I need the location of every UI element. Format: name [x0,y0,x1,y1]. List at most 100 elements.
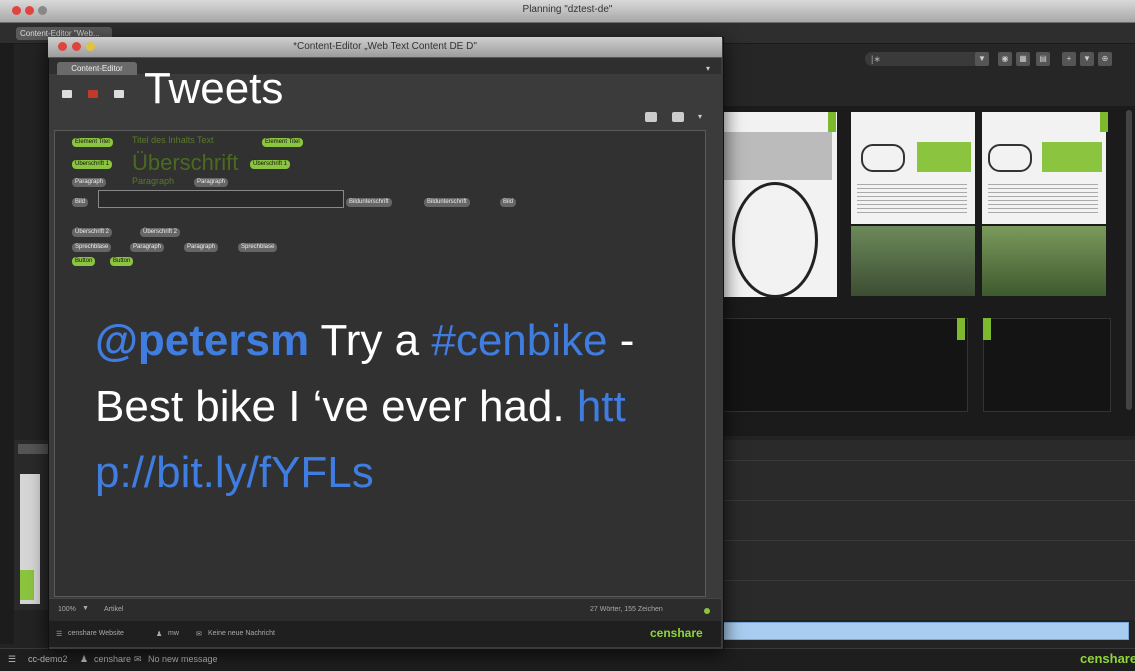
outer-title-bar: Planning "dztest-de" [0,0,1135,23]
divider [722,580,1135,581]
tab-content-editor[interactable]: Content-Editor [57,62,137,75]
close-editor-button[interactable] [58,42,67,51]
paragraph-tag-2[interactable]: Paragraph [130,243,165,252]
paragraph-tag[interactable]: Paragraph [72,178,107,187]
filter-icon-2[interactable]: ▼ [1080,52,1094,66]
zoom-level[interactable]: 100% [58,606,76,613]
bike-image [988,144,1032,172]
photo-mountain-bikers [851,226,975,296]
bike-image [861,144,905,172]
close-window-button[interactable] [12,6,21,15]
message-icon[interactable]: ✉ [196,630,202,638]
zoom-window-button[interactable] [38,6,47,15]
text-block [988,184,1098,214]
status-messages[interactable]: No new message [148,654,218,664]
divider [722,500,1135,501]
button-tag-end[interactable]: Button [110,257,134,266]
page-marker [983,318,991,340]
preview-marker [20,570,34,600]
censhare-logo: censhare [1080,651,1135,666]
outer-window-title: Planning "dztest-de" [522,4,613,15]
page-thumbnail-3[interactable] [982,112,1106,224]
message-icon[interactable]: ✉ [134,654,142,665]
spec-table [917,142,971,172]
button-tag[interactable]: Button [72,257,96,266]
page-thumbnail-5[interactable] [983,318,1111,412]
page-image [722,132,832,180]
title-placeholder[interactable]: Titel des Inhalts Text [132,135,214,145]
document-icon[interactable] [114,90,124,98]
zoom-editor-button[interactable] [86,42,95,51]
censhare-logo: censhare [650,626,703,640]
list-icon: ☰ [8,654,17,664]
vertical-scrollbar[interactable] [1126,110,1132,410]
add-icon[interactable]: + [1062,52,1076,66]
zoom-icon[interactable]: ⊕ [1098,52,1112,66]
inner-window-title: *Content-Editor „Web Text Content DE D" [293,41,477,52]
heading1-tag-end[interactable]: Überschrift 1 [250,160,291,169]
paragraph-tag-end[interactable]: Paragraph [194,178,229,187]
paragraph-icon[interactable] [672,112,684,122]
editor-status-bar [49,621,721,647]
divider [722,460,1135,461]
grid-view-icon[interactable]: ▦ [1016,52,1030,66]
tweets-heading: Tweets [144,64,284,113]
page-thumbnail-4[interactable] [722,318,968,412]
page-thumbnail-1[interactable] [722,112,837,298]
record-icon[interactable] [88,90,98,98]
element-title-tag-end[interactable]: Element Titel [262,138,303,147]
paragraph-placeholder[interactable]: Paragraph [132,176,174,186]
heading1-tag[interactable]: Überschrift 1 [72,160,113,169]
speech-bubble-tag-end[interactable]: Sprechblase [238,243,278,252]
status-server: cc-demo2 [28,654,68,664]
page-thumbnail-2[interactable] [851,112,975,224]
dropdown-arrow-icon[interactable]: ▾ [706,64,710,73]
tweet-hashtag[interactable]: #cenbike [431,316,607,365]
text-block [857,184,967,214]
left-sidebar-strip [0,44,14,644]
selected-row[interactable] [722,622,1129,640]
view-icon[interactable]: ◉ [998,52,1012,66]
censhare-website-link[interactable]: censhare Website [68,630,124,637]
caption-tag-end[interactable]: Bildunterschrift [424,198,470,207]
page-marker [828,112,836,132]
heading2-tag-end[interactable]: Überschrift 2 [140,228,181,237]
user-icon: ♟ [80,654,89,664]
view-mode[interactable]: Artikel [104,606,123,613]
tweet-text-1: Try a [309,316,432,365]
paragraph-tag-2-end[interactable]: Paragraph [184,243,219,252]
caption-tag[interactable]: Bildunterschrift [346,198,392,207]
filter-icon[interactable]: ▼ [82,605,89,612]
user-name: mw [168,630,179,637]
heading2-tag[interactable]: Überschrift 2 [72,228,113,237]
filter-icon[interactable]: ▼ [975,52,989,66]
preview-tab[interactable] [18,444,48,454]
divider [722,540,1135,541]
image-field[interactable] [98,190,344,208]
user-icon: ♟ [156,631,163,638]
search-input[interactable]: |∗ [865,52,985,66]
minimize-editor-button[interactable] [72,42,81,51]
tweet-text: @petersm Try a #cenbike - Best bike I ‘v… [95,308,655,506]
dropdown-arrow-icon[interactable]: ▾ [698,112,702,121]
heading-placeholder[interactable]: Überschrift [132,150,238,176]
list-icon: ☰ [56,631,63,638]
tweet-mention[interactable]: @petersm [95,316,309,365]
bike-image [732,182,818,298]
image-tag[interactable]: Bild [72,198,89,207]
preview-icon[interactable] [645,112,657,122]
bottom-list-panel [722,440,1135,620]
inner-title-bar: *Content-Editor „Web Text Content DE D" [48,37,722,58]
minimize-window-button[interactable] [25,6,34,15]
status-user: censhare [94,654,132,664]
layout-icon[interactable]: ▤ [1036,52,1050,66]
page-marker [957,318,965,340]
image-tag-end[interactable]: Bild [500,198,517,207]
status-dot-icon [704,608,710,614]
element-title-tag[interactable]: Element Titel [72,138,113,147]
word-count: 27 Wörter, 155 Zeichen [590,606,663,613]
message-status[interactable]: Keine neue Nachricht [208,630,275,637]
save-icon[interactable] [62,90,72,98]
speech-bubble-tag[interactable]: Sprechblase [72,243,112,252]
spec-table [1042,142,1102,172]
